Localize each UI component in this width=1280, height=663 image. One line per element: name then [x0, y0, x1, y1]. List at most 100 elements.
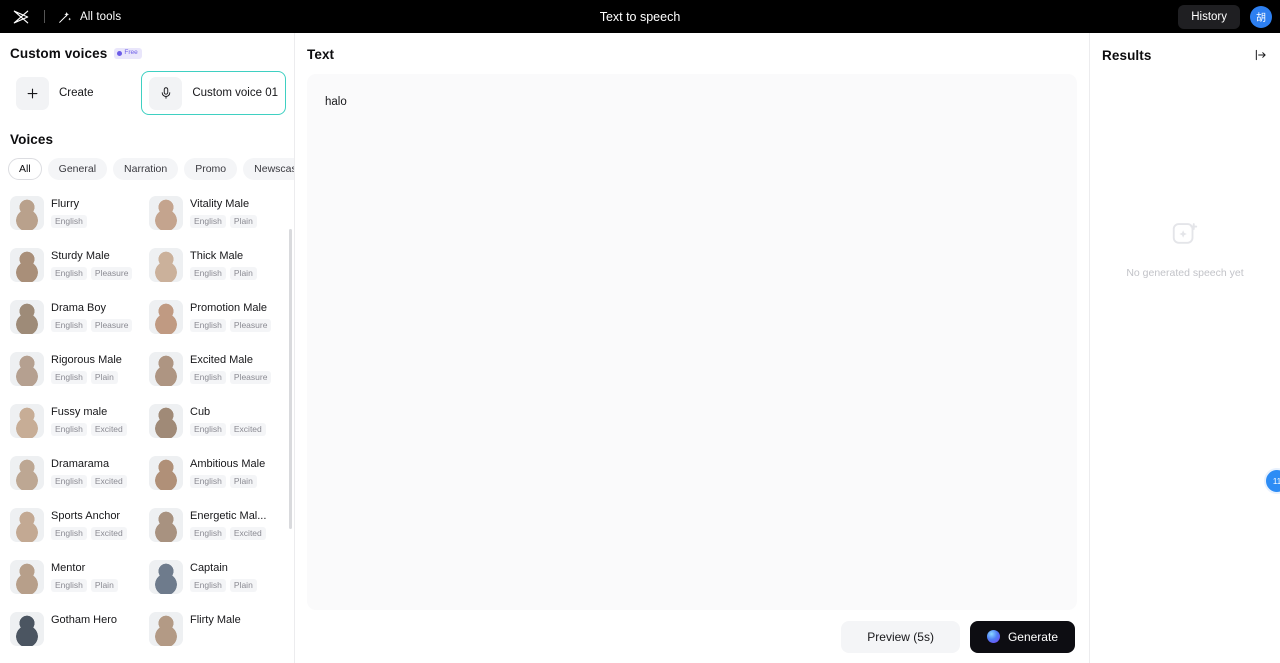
custom-voice-01-card[interactable]: Custom voice 01	[141, 71, 286, 115]
voice-card[interactable]: Cub English Excited	[145, 398, 284, 450]
voice-tag-list: English Plain	[190, 579, 257, 592]
voice-avatar	[10, 560, 44, 594]
text-input[interactable]: halo	[307, 74, 1077, 610]
voice-filter-chip-all[interactable]: All	[8, 158, 42, 180]
generate-label: Generate	[1007, 629, 1058, 644]
voice-meta: Rigorous Male English Plain	[51, 352, 122, 384]
sparkle-add-icon	[1170, 219, 1200, 249]
voice-tag: English	[190, 319, 226, 332]
voice-avatar	[149, 352, 183, 386]
custom-voice-01-label: Custom voice 01	[192, 87, 278, 99]
voice-tag-list: English Excited	[190, 527, 266, 540]
voice-card[interactable]: Mentor English Plain	[6, 554, 145, 606]
voice-tag: Excited	[229, 527, 266, 540]
free-badge: Free	[114, 48, 142, 59]
voice-tag: English	[51, 319, 87, 332]
main-content: Custom voices Free Create Custom voice 0…	[0, 33, 1280, 663]
voice-filter-chip-narration[interactable]: Narration	[113, 158, 179, 180]
voice-tag: English	[51, 371, 87, 384]
voice-card[interactable]: Gotham Hero	[6, 606, 145, 658]
capcut-logo-icon[interactable]	[10, 6, 32, 28]
voice-card[interactable]: Vitality Male English Plain	[145, 190, 284, 242]
voice-list[interactable]: Flurry English Vitality Male English Plain St…	[0, 190, 294, 663]
ai-orb-icon	[986, 630, 1000, 643]
voice-avatar	[149, 612, 183, 646]
voice-name: Vitality Male	[190, 198, 250, 210]
voice-name: Dramarama	[51, 458, 110, 470]
voice-list-scrollbar[interactable]	[289, 229, 292, 529]
voice-name: Captain	[190, 562, 228, 574]
top-bar: All tools Text to speech History 胡	[0, 0, 1280, 33]
all-tools-label: All tools	[80, 10, 122, 23]
topbar-divider	[44, 10, 45, 23]
voice-tag: English	[51, 475, 87, 488]
voice-meta: Sports Anchor English Excited	[51, 508, 127, 540]
history-button[interactable]: History	[1178, 4, 1240, 29]
voice-tag-list: English Plain	[190, 215, 257, 228]
results-title: Results	[1102, 47, 1152, 63]
text-header: Text	[295, 33, 1089, 64]
voice-card[interactable]: Thick Male English Plain	[145, 242, 284, 294]
voice-name: Fussy male	[51, 406, 108, 418]
voice-avatar	[10, 352, 44, 386]
voice-tag: Plain	[90, 371, 118, 384]
voice-tag: English	[190, 267, 226, 280]
user-avatar[interactable]: 胡	[1250, 5, 1272, 28]
voice-card[interactable]: Excited Male English Pleasure	[145, 346, 284, 398]
voice-avatar	[10, 404, 44, 438]
voice-filter-chip-newscast[interactable]: Newscast	[243, 158, 294, 180]
voice-card[interactable]: Sturdy Male English Pleasure	[6, 242, 145, 294]
create-voice-button[interactable]: Create	[8, 71, 141, 115]
voice-meta: Vitality Male English Plain	[190, 196, 257, 228]
voice-name: Sturdy Male	[51, 250, 110, 262]
voice-card[interactable]: Fussy male English Excited	[6, 398, 145, 450]
voice-tag-list: English Excited	[51, 475, 127, 488]
voice-tag-list: English Plain	[190, 475, 265, 488]
voice-card[interactable]: Energetic Mal... English Excited	[145, 502, 284, 554]
all-tools-button[interactable]: All tools	[57, 9, 121, 25]
voice-tag: Excited	[229, 423, 266, 436]
voice-filter-chip-promo[interactable]: Promo	[184, 158, 238, 180]
voice-tag: Plain	[90, 579, 118, 592]
voice-card[interactable]: Captain English Plain	[145, 554, 284, 606]
voice-tag-list: English Pleasure	[51, 319, 133, 332]
voice-card[interactable]: Drama Boy English Pleasure	[6, 294, 145, 346]
free-badge-label: Free	[124, 49, 138, 57]
custom-voices-row: Create Custom voice 01	[0, 61, 294, 115]
voice-card[interactable]: Promotion Male English Pleasure	[145, 294, 284, 346]
voice-card[interactable]: Sports Anchor English Excited	[6, 502, 145, 554]
voice-card[interactable]: Rigorous Male English Plain	[6, 346, 145, 398]
voice-tag: Pleasure	[90, 319, 133, 332]
voice-card[interactable]: Dramarama English Excited	[6, 450, 145, 502]
voice-meta: Cub English Excited	[190, 404, 266, 436]
voice-card[interactable]: Flirty Male	[145, 606, 284, 658]
results-empty-text: No generated speech yet	[1126, 267, 1244, 279]
voice-name: Drama Boy	[51, 302, 107, 314]
voice-tag: Plain	[229, 215, 257, 228]
free-badge-dot-icon	[117, 51, 123, 56]
voice-name: Promotion Male	[190, 302, 268, 314]
voice-name: Flurry	[51, 198, 80, 210]
voice-meta: Excited Male English Pleasure	[190, 352, 272, 384]
voice-meta: Mentor English Plain	[51, 560, 118, 592]
voice-card[interactable]: Flurry English	[6, 190, 145, 242]
voice-filter-chip-general[interactable]: General	[47, 158, 108, 180]
voice-tag-list: English Pleasure	[190, 319, 272, 332]
voice-name: Energetic Mal...	[190, 510, 267, 522]
text-label: Text	[307, 47, 335, 62]
custom-voices-title: Custom voices	[10, 46, 108, 61]
voice-meta: Drama Boy English Pleasure	[51, 300, 133, 332]
custom-voices-header: Custom voices Free	[0, 33, 294, 61]
voice-meta: Thick Male English Plain	[190, 248, 257, 280]
voice-avatar	[10, 300, 44, 334]
voice-tag: Pleasure	[229, 371, 272, 384]
voice-card[interactable]: Ambitious Male English Plain	[145, 450, 284, 502]
generate-button[interactable]: Generate	[969, 620, 1075, 653]
voice-tag-list: English Excited	[190, 423, 266, 436]
voice-avatar	[149, 456, 183, 490]
preview-button[interactable]: Preview (5s)	[841, 620, 960, 653]
editor-footer: Preview (5s) Generate	[295, 610, 1089, 663]
panel-collapse-icon[interactable]	[1252, 46, 1270, 64]
voice-name: Sports Anchor	[51, 510, 121, 522]
voice-avatar	[149, 300, 183, 334]
